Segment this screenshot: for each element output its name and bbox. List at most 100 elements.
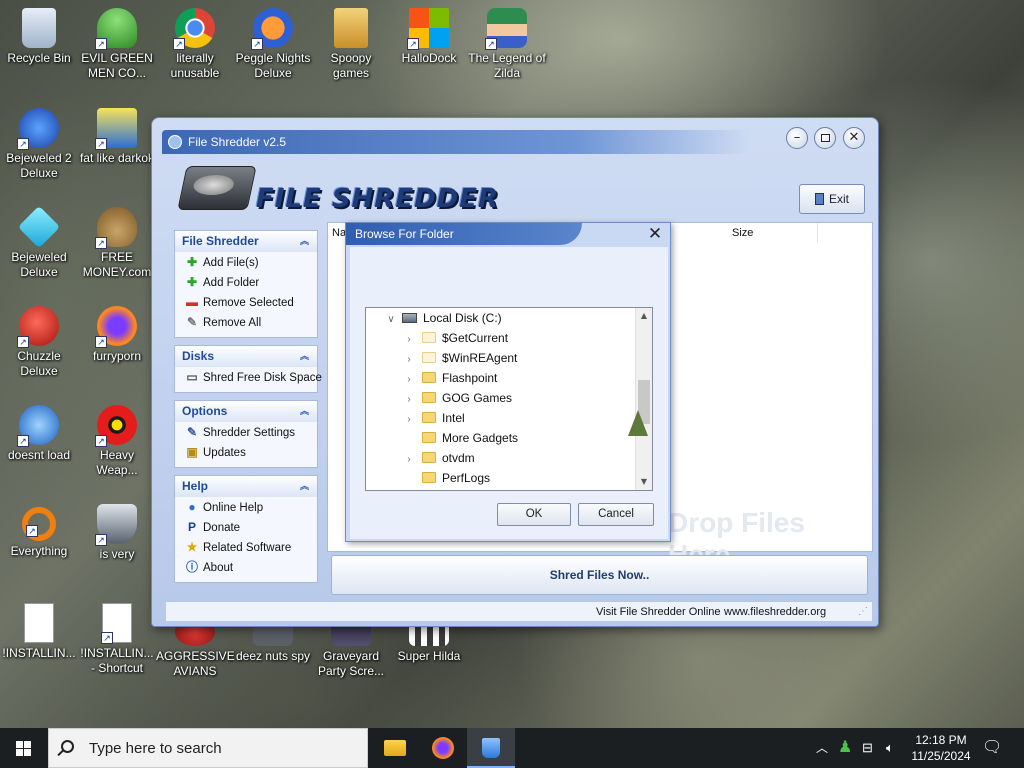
desktop-icon-everything[interactable]: ↗ Everything [0,504,78,559]
volume-icon[interactable]: 🔈︎ [886,728,894,768]
related-software-item[interactable]: ★ Related Software [175,537,317,557]
tree-item[interactable]: › $WinREAgent [402,348,517,368]
remove-selected-item[interactable]: ▬ Remove Selected [175,292,317,312]
desktop-icon-furryporn[interactable]: ↗ furryporn [78,306,156,364]
collapse-chevron-icon[interactable]: ︽ [300,231,309,252]
desktop-icon-doesnt-load[interactable]: ↗ doesnt load [0,405,78,463]
tree-item-label: Flashpoint [442,371,498,385]
remove-all-item[interactable]: ✎ Remove All [175,312,317,332]
panel-title: File Shredder [182,234,259,248]
visit-online-link[interactable]: Visit File Shredder Online [596,602,721,622]
minimize-button[interactable]: – [786,127,808,149]
add-files-item[interactable]: ✚ Add File(s) [175,252,317,272]
taskbar-firefox[interactable] [419,728,467,768]
tree-item[interactable]: PerfLogs [402,468,490,488]
resize-grip-icon[interactable]: ⋰ [858,602,868,622]
dialog-body: ∨ Local Disk (C:) › $GetCurrent › $WinREAge… [350,247,668,539]
notification-center-icon[interactable]: 🗨︎ [982,728,1002,768]
collapse-chevron-icon[interactable]: ︽ [300,401,309,422]
folder-icon [334,8,368,48]
mpl-logo-icon: ↗ [95,108,137,150]
tree-item[interactable]: › Intel [402,408,464,430]
tree-item-label: More Gadgets [442,431,519,445]
tree-item-label: GOG Games [442,391,513,405]
collapse-chevron-icon[interactable]: ︽ [300,476,309,497]
expand-chevron-icon[interactable]: › [402,370,416,390]
exit-button[interactable]: Exit [799,184,865,214]
desktop-icon-chuzzle[interactable]: ↗ Chuzzle Deluxe [0,306,78,379]
shredder-settings-item[interactable]: ✎ Shredder Settings [175,422,317,442]
updates-item[interactable]: ▣ Updates [175,442,317,462]
desktop-icon-spoopy-games[interactable]: Spoopy games [312,8,390,81]
start-button[interactable] [0,728,48,768]
online-help-item[interactable]: ● Online Help [175,497,317,517]
website-link[interactable]: www.fileshredder.org [724,602,826,622]
tree-item[interactable]: › otvdm [402,448,474,470]
taskbar-file-explorer[interactable] [371,728,419,768]
taskbar-clock[interactable]: 12:18 PM 11/25/2024 [908,732,974,764]
desktop-icon-aggressive-avians[interactable]: AGGRESSIVE AVIANS [156,618,235,679]
desktop-icon-installing-shortcut[interactable]: ↗ !INSTALLIN... - Shortcut [78,603,156,676]
panel-header[interactable]: Disks ︽ [175,346,317,367]
taskbar-file-shredder[interactable] [467,728,515,768]
about-item[interactable]: ⓘ About [175,557,317,577]
column-header-size[interactable]: Size [728,223,818,243]
shred-free-disk-space-item[interactable]: ▭ Shred Free Disk Space [175,367,322,387]
collapse-chevron-icon[interactable]: ︽ [300,346,309,367]
close-button[interactable]: ✕ [843,127,865,149]
show-hidden-icons-chevron-icon[interactable]: ︿ [816,728,828,768]
expand-chevron-icon[interactable]: › [402,410,416,430]
panel-file-shredder: File Shredder ︽ ✚ Add File(s) ✚ Add Folder … [174,230,318,338]
tree-item-drive[interactable]: ∨ Local Disk (C:) [384,308,501,330]
desktop-icon-graveyard-party[interactable]: Graveyard Party Scre... [312,618,390,679]
taskbar-search-box[interactable]: Type here to search [48,728,368,768]
desktop-icon-evil-green-men[interactable]: ↗ EVIL GREEN MEN CO... [78,8,156,81]
star-icon: ★ [186,540,198,554]
maximize-button[interactable] [814,127,836,149]
green-men-icon: ↗ [95,8,137,50]
desktop-icon-peggle-nights[interactable]: ↗ Peggle Nights Deluxe [234,8,312,81]
desktop-icon-free-money[interactable]: ↗ FREE MONEY.com [78,207,156,280]
desktop-icon-bejeweled[interactable]: Bejeweled Deluxe [0,205,78,280]
ok-button[interactable]: OK [497,503,571,526]
donate-item[interactable]: P Donate [175,517,317,537]
expand-chevron-icon[interactable]: › [402,390,416,410]
add-folder-item[interactable]: ✚ Add Folder [175,272,317,292]
tree-item[interactable]: › Flashpoint [402,368,497,388]
shortcut-arrow-icon: ↗ [26,525,38,537]
desktop-icon-heavy-weapon[interactable]: ↗ Heavy Weap... [78,405,156,478]
tree-item[interactable]: › $GetCurrent [402,328,508,348]
panel-header[interactable]: Help ︽ [175,476,317,497]
shred-files-now-button[interactable]: Shred Files Now.. [331,555,868,595]
window-title-bar[interactable]: File Shredder v2.5 [162,130,752,154]
network-icon[interactable]: ⊟ [862,728,873,768]
tree-scrollbar[interactable]: ▲ ▼ [635,308,652,490]
dialog-title[interactable]: Browse For Folder [346,223,582,245]
desktop-icon-literally-unusable[interactable]: ↗ literally unusable [156,8,234,81]
folder-icon [422,332,436,343]
shortcut-arrow-icon: ↗ [95,435,107,447]
expand-chevron-icon[interactable]: › [402,350,416,370]
desktop-icon-legend-of-zilda[interactable]: ↗ The Legend of Zilda [468,8,546,81]
expand-chevron-icon[interactable]: › [402,450,416,470]
cancel-button[interactable]: Cancel [578,503,654,526]
scroll-down-arrow-icon[interactable]: ▼ [636,474,652,490]
desktop-icon-label: Peggle Nights Deluxe [235,51,311,80]
scroll-up-arrow-icon[interactable]: ▲ [636,308,652,324]
desktop-icon-is-very[interactable]: ↗ is very [78,504,156,562]
panel-disks: Disks ︽ ▭ Shred Free Disk Space [174,345,322,393]
desktop-icon-hallodock[interactable]: ↗ HalloDock [390,8,468,66]
dialog-close-icon[interactable]: ✕ [646,225,664,243]
desktop-icon-installing[interactable]: !INSTALLIN... [0,603,78,661]
desktop-icon-recycle-bin[interactable]: Recycle Bin [0,8,78,66]
desktop-icon-bejeweled-2[interactable]: ↗ Bejeweled 2 Deluxe [0,108,78,181]
tree-item[interactable]: › GOG Games [402,388,512,408]
tree-item[interactable]: More Gadgets [402,428,518,448]
collapse-chevron-icon[interactable]: ∨ [384,310,398,330]
panel-header[interactable]: Options ︽ [175,401,317,422]
folder-tree[interactable]: ∨ Local Disk (C:) › $GetCurrent › $WinREAge… [365,307,653,491]
expand-chevron-icon[interactable]: › [402,330,416,350]
desktop-icon-fat-like-darkok[interactable]: ↗ fat like darkok [78,108,156,166]
user-status-icon[interactable]: ♟ [838,728,852,768]
panel-header[interactable]: File Shredder ︽ [175,231,317,252]
